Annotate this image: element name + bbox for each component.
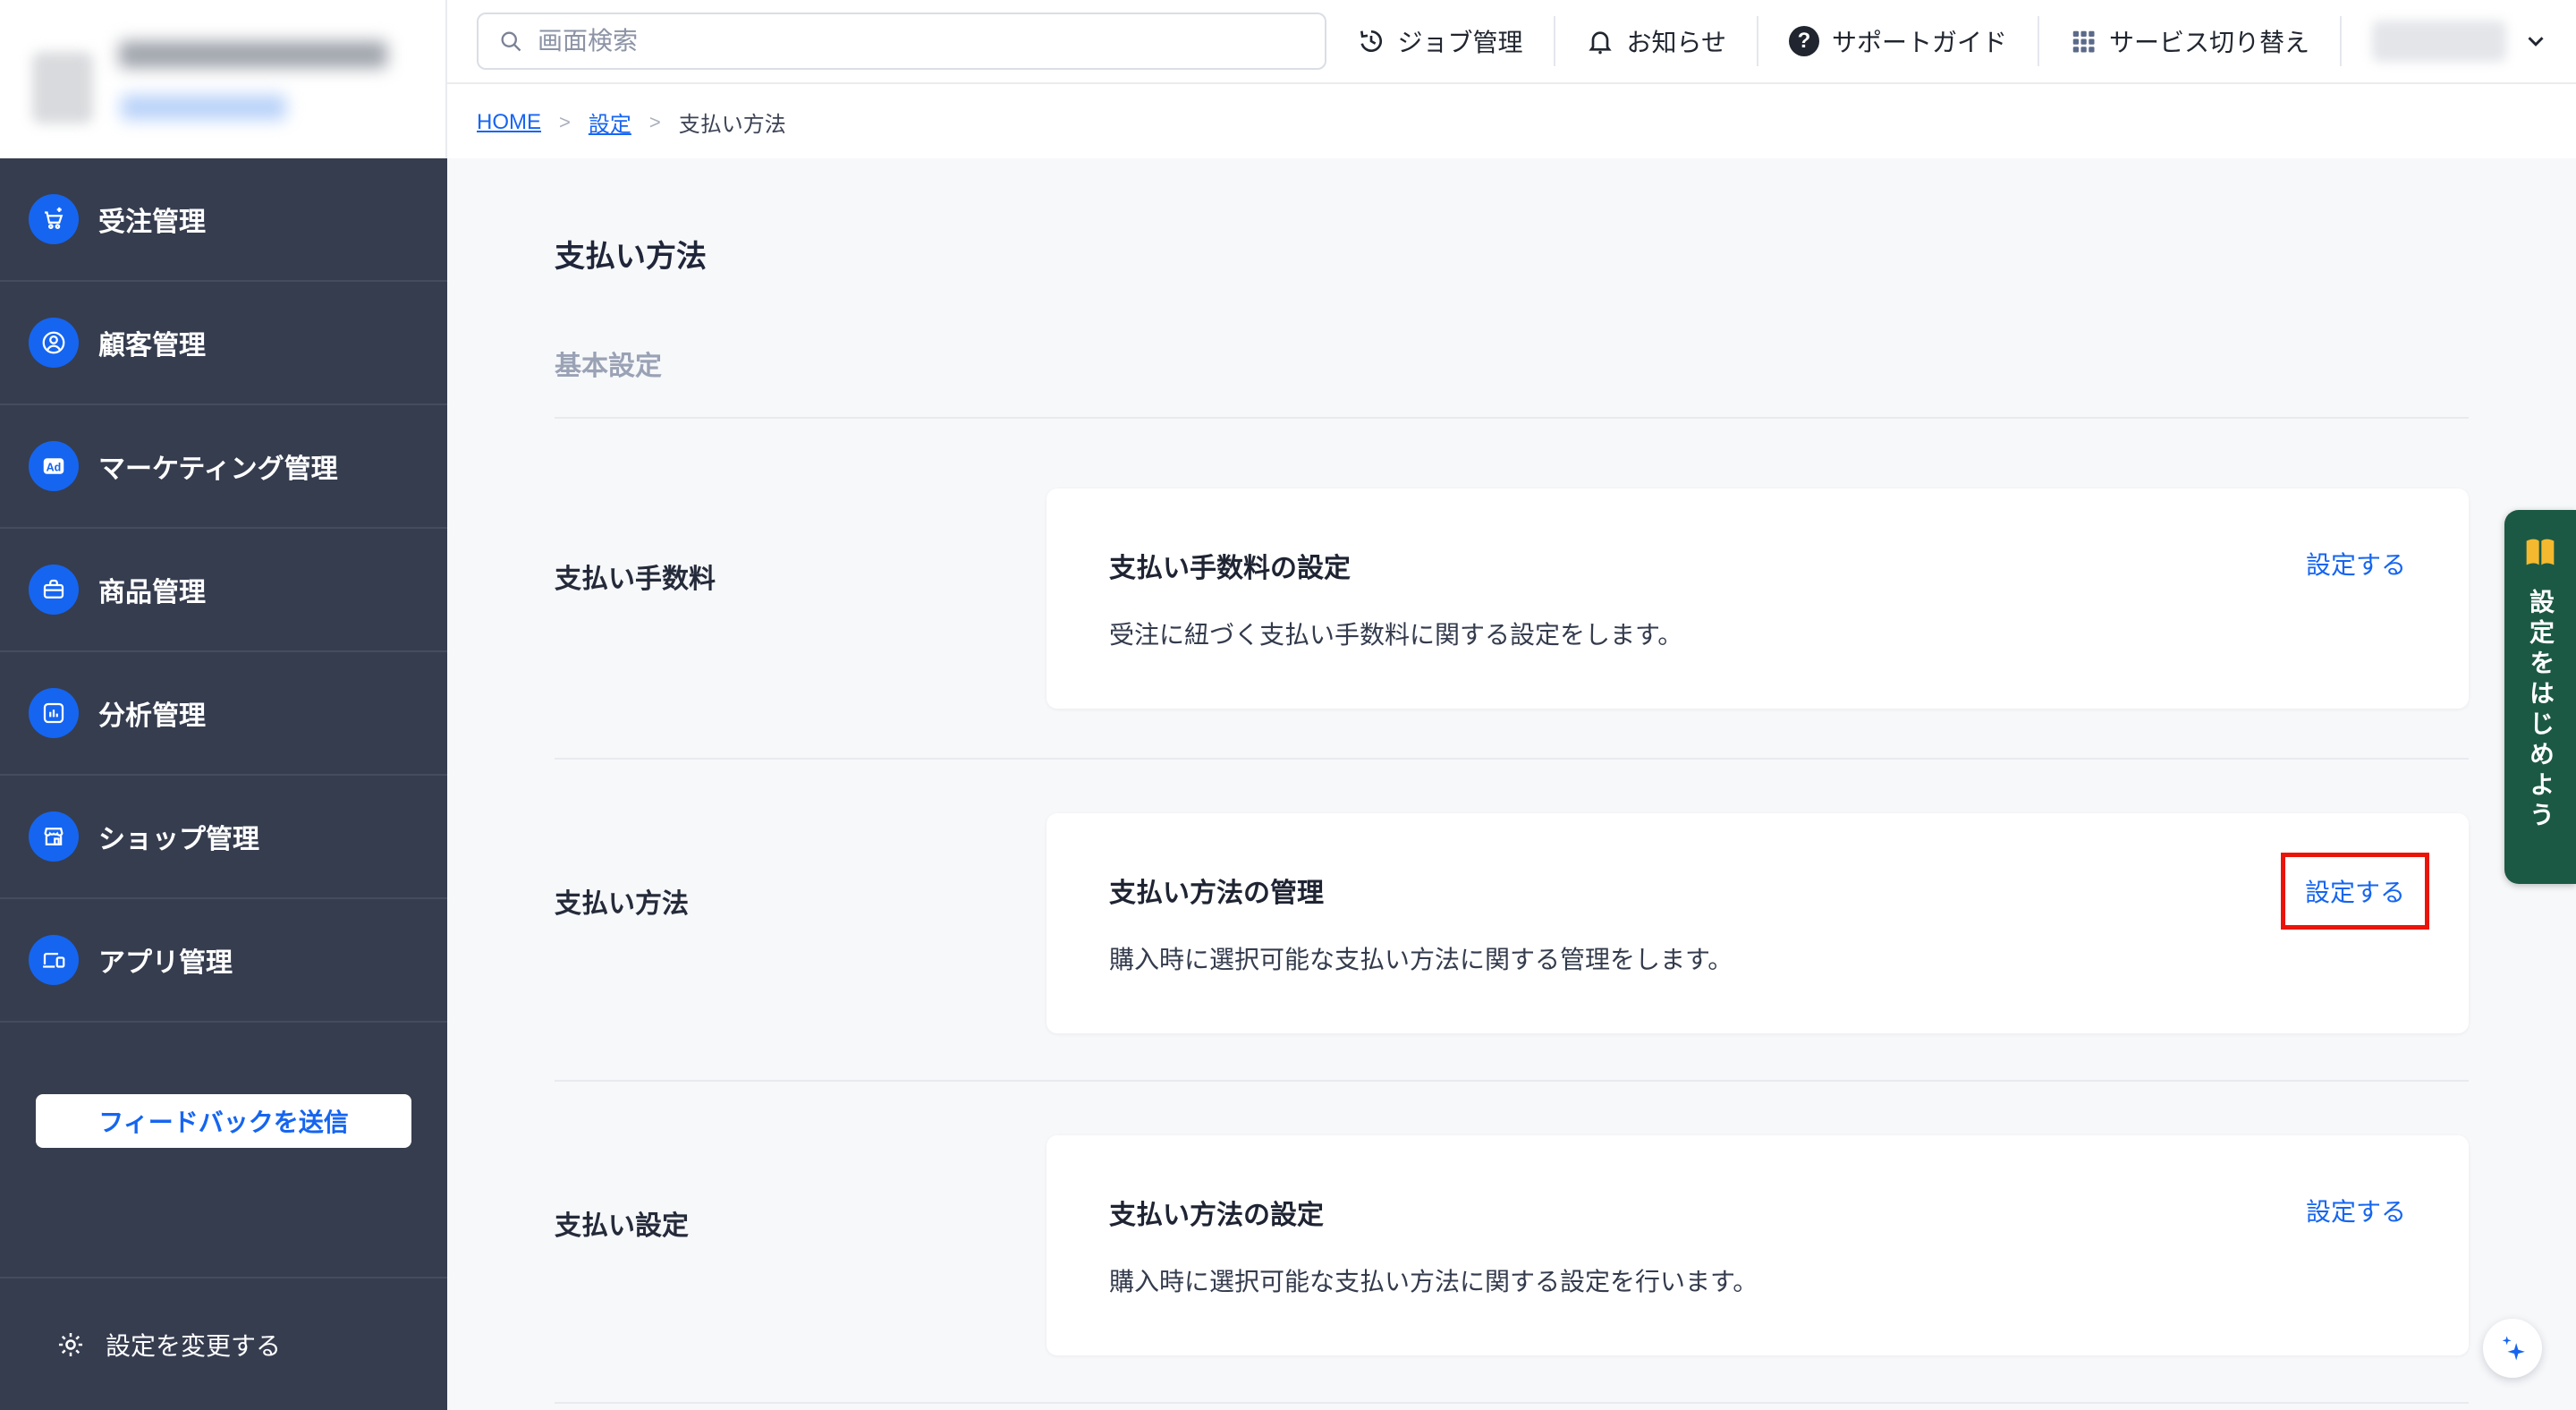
setup-guide-label: 設定をはじめよう (2527, 589, 2555, 832)
storefront-icon (29, 811, 79, 862)
page-title: 支払い方法 (555, 240, 707, 274)
change-settings-link[interactable]: 設定を変更する (0, 1277, 447, 1410)
breadcrumb-current: 支払い方法 (678, 113, 786, 137)
bell-icon (1588, 31, 1612, 55)
job-management-button[interactable]: ジョブ管理 (1326, 16, 1554, 66)
bar-chart-icon (29, 688, 79, 738)
breadcrumb-home-link[interactable]: HOME (477, 110, 541, 135)
sidebar-item-label: 分析管理 (98, 701, 206, 731)
sidebar-item-label: マーケティング管理 (98, 454, 338, 484)
account-menu[interactable] (2342, 21, 2576, 62)
ad-badge-icon: Ad (29, 441, 79, 491)
configure-link[interactable]: 設定する (2306, 546, 2406, 582)
sidebar-item-products[interactable]: 商品管理 (0, 529, 447, 652)
breadcrumb: HOME > 設定 > 支払い方法 (447, 86, 2576, 158)
card-description: 購入時に選択可能な支払い方法に関する設定を行います。 (1109, 1268, 1758, 1295)
payment-settings-card: 支払い方法の設定 購入時に選択可能な支払い方法に関する設定を行います。 設定する (1046, 1135, 2469, 1355)
company-pane (0, 0, 447, 158)
briefcase-icon (29, 565, 79, 615)
account-name-redacted (2372, 21, 2506, 62)
sidebar-item-label: 受注管理 (98, 208, 206, 237)
job-management-label: ジョブ管理 (1397, 29, 1523, 56)
support-guide-label: サポートガイド (1831, 29, 2007, 56)
highlight-annotation-box: 設定する (2280, 853, 2429, 930)
breadcrumb-separator: > (559, 110, 571, 133)
main-content: 支払い方法 基本設定 支払い手数料 支払い手数料の設定 受注に紐づく支払い手数料… (447, 158, 2576, 1410)
sidebar-item-analytics[interactable]: 分析管理 (0, 652, 447, 776)
sidebar-item-apps[interactable]: アプリ管理 (0, 899, 447, 1023)
card-title: 支払い方法の設定 (1109, 1201, 1324, 1230)
open-book-icon (2526, 539, 2555, 565)
history-icon (1360, 30, 1382, 52)
grid-icon (2072, 30, 2095, 53)
devices-icon (29, 935, 79, 985)
notifications-button[interactable]: お知らせ (1555, 16, 1757, 66)
configure-link[interactable]: 設定する (2306, 1193, 2406, 1228)
settings-row-payment-method: 支払い方法 支払い方法の管理 購入時に選択可能な支払い方法に関する管理をします。… (555, 760, 2469, 1080)
card-title: 支払い手数料の設定 (1109, 554, 1351, 583)
person-circle-icon (29, 318, 79, 368)
assistant-fab[interactable] (2483, 1319, 2542, 1378)
row-label: 支払い手数料 (555, 565, 716, 594)
sidebar-item-label: アプリ管理 (98, 948, 233, 978)
search-input[interactable] (538, 27, 1305, 55)
sparkle-icon (2502, 1336, 2525, 1361)
top-header: ジョブ管理 お知らせ ? サポートガイド サービス切り替え (447, 0, 2576, 84)
svg-text:Ad: Ad (47, 462, 62, 474)
company-logo (32, 52, 93, 123)
row-label: 支払い方法 (555, 889, 689, 919)
change-settings-label: 設定を変更する (106, 1331, 282, 1360)
sidebar-item-shop[interactable]: ショップ管理 (0, 776, 447, 899)
cart-plus-icon (29, 194, 79, 244)
setup-guide-banner[interactable]: 設定をはじめよう (2504, 510, 2576, 884)
section-heading: 基本設定 (555, 352, 662, 381)
support-guide-button[interactable]: ? サポートガイド (1758, 16, 2038, 66)
sidebar-item-orders[interactable]: 受注管理 (0, 158, 447, 282)
sidebar-menu: 受注管理 顧客管理 Ad マーケティング管理 商品管理 分析管理 ショップ管理 … (0, 158, 447, 1023)
breadcrumb-separator: > (648, 110, 661, 133)
company-link-redacted (121, 95, 286, 120)
service-switch-button[interactable]: サービス切り替え (2039, 16, 2340, 66)
header-actions: ジョブ管理 お知らせ ? サポートガイド サービス切り替え (1326, 0, 2576, 83)
payment-fee-card: 支払い手数料の設定 受注に紐づく支払い手数料に関する設定をします。 設定する (1046, 488, 2469, 709)
card-description: 受注に紐づく支払い手数料に関する設定をします。 (1109, 621, 1683, 649)
service-switch-label: サービス切り替え (2108, 29, 2309, 56)
row-label: 支払い設定 (555, 1211, 689, 1241)
sidebar-item-label: 顧客管理 (98, 331, 206, 361)
payment-method-card: 支払い方法の管理 購入時に選択可能な支払い方法に関する管理をします。 設定する (1046, 813, 2469, 1033)
question-circle-icon: ? (1788, 26, 1819, 56)
send-feedback-button[interactable]: フィードバックを送信 (36, 1094, 411, 1148)
card-title: 支払い方法の管理 (1109, 879, 1324, 908)
company-name-redacted (119, 41, 387, 68)
search-icon (501, 31, 521, 52)
sidebar-item-customers[interactable]: 顧客管理 (0, 282, 447, 405)
notifications-label: お知らせ (1626, 29, 1726, 56)
breadcrumb-settings-link[interactable]: 設定 (589, 106, 631, 138)
settings-row-payment-fee: 支払い手数料 支払い手数料の設定 受注に紐づく支払い手数料に関する設定をします。… (555, 419, 2469, 758)
row-divider (555, 1402, 2469, 1404)
chevron-down-icon (2528, 37, 2544, 47)
sidebar-item-marketing[interactable]: Ad マーケティング管理 (0, 405, 447, 529)
sidebar: 受注管理 顧客管理 Ad マーケティング管理 商品管理 分析管理 ショップ管理 … (0, 158, 447, 1410)
card-description: 購入時に選択可能な支払い方法に関する管理をします。 (1109, 946, 1733, 973)
configure-link-highlighted[interactable]: 設定する (2305, 879, 2405, 906)
gear-icon (58, 1332, 83, 1356)
sidebar-item-label: 商品管理 (98, 578, 206, 607)
screen-search (477, 13, 1326, 70)
settings-row-payment-settings: 支払い設定 支払い方法の設定 購入時に選択可能な支払い方法に関する設定を行います… (555, 1082, 2469, 1402)
sidebar-item-label: ショップ管理 (98, 825, 259, 854)
